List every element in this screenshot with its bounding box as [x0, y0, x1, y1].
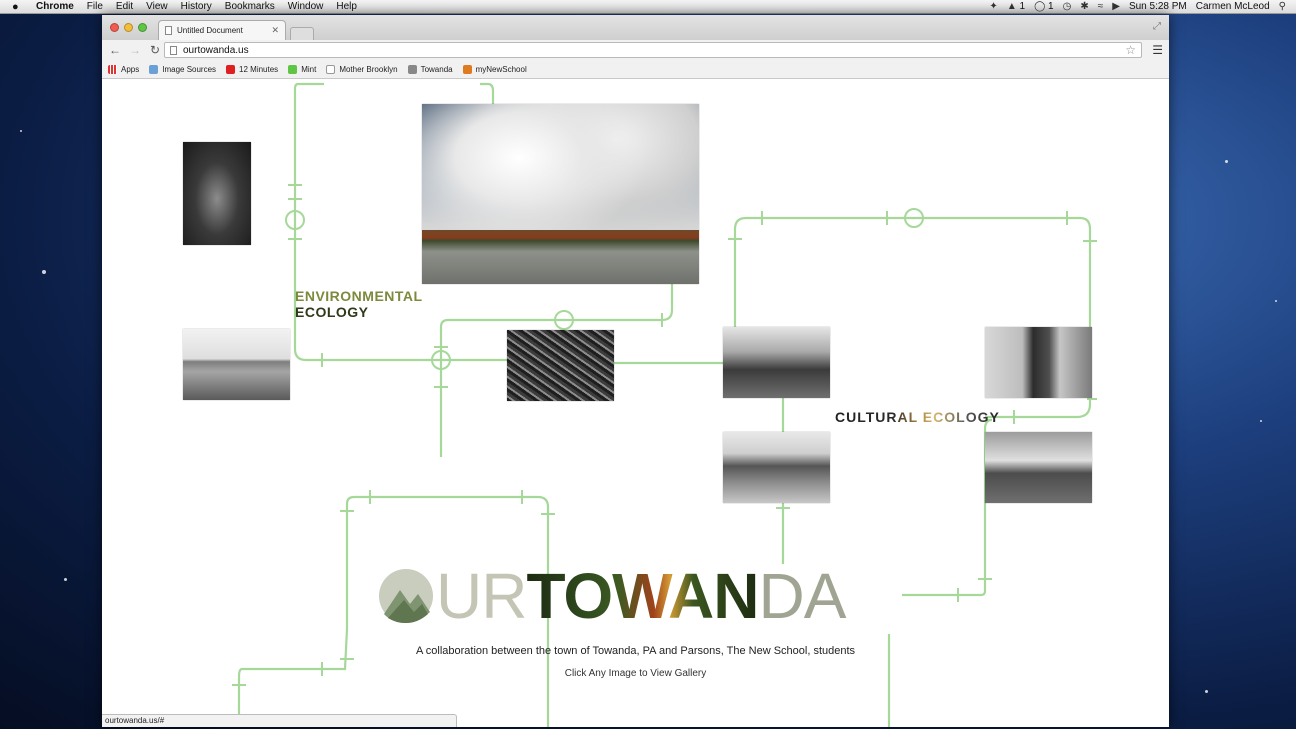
menu-window[interactable]: Window — [288, 1, 324, 12]
star — [1225, 160, 1228, 163]
menu-history[interactable]: History — [181, 1, 212, 12]
address-url: ourtowanda.us — [183, 44, 249, 56]
gallery-photo-road[interactable] — [183, 329, 290, 400]
menubar-user[interactable]: Carmen McLeod — [1196, 1, 1270, 12]
gallery-photo-statue[interactable] — [723, 327, 830, 398]
menubar-clock[interactable]: Sun 5:28 PM — [1129, 1, 1187, 12]
bookmark-towanda[interactable]: Towanda — [407, 64, 453, 74]
zoom-window-button[interactable] — [138, 23, 147, 32]
dropbox-icon[interactable]: ✦ — [989, 1, 997, 12]
page-icon — [170, 45, 177, 55]
logo-word-towan: TOWAN — [526, 560, 759, 632]
bookmark-mint[interactable]: Mint — [288, 64, 316, 74]
bluetooth-icon[interactable]: ✱ — [1080, 1, 1088, 12]
bookmark-apps[interactable]: Apps — [108, 64, 139, 74]
browser-window: Untitled Document ✕ ⤢ ← → ↻ ourtowanda.u… — [102, 15, 1169, 727]
bookmark-12-minutes[interactable]: 12 Minutes — [226, 64, 278, 74]
menu-edit[interactable]: Edit — [116, 1, 133, 12]
window-controls — [110, 23, 147, 32]
cultural-ecology-heading: CULTURAL ECOLOGY — [835, 409, 1000, 425]
sync-icon: ◯ — [1034, 1, 1046, 12]
browser-toolbar: ← → ↻ ourtowanda.us ☆ ☰ — [102, 40, 1169, 60]
star — [1205, 690, 1208, 693]
menubar-status-area: ✦ ▲ 1 ◯ 1 ◷ ✱ ≈ ▶ Sun 5:28 PM Carmen McL… — [989, 1, 1286, 12]
adobe-status[interactable]: ▲ 1 — [1007, 1, 1025, 12]
volume-icon[interactable]: ▶ — [1112, 1, 1120, 12]
menu-bookmarks[interactable]: Bookmarks — [225, 1, 275, 12]
pipe-path — [480, 82, 495, 104]
tab-strip: Untitled Document ✕ ⤢ — [102, 15, 1169, 40]
wifi-icon[interactable]: ≈ — [1098, 1, 1104, 12]
mountain-logo-icon — [379, 569, 433, 623]
tab-title: Untitled Document — [177, 26, 243, 35]
bookmark-image-sources[interactable]: Image Sources — [149, 64, 216, 74]
spotlight-search-icon[interactable]: ⚲ — [1279, 1, 1286, 12]
forward-arrow-icon[interactable]: → — [128, 43, 142, 57]
gallery-instruction: Click Any Image to View Gallery — [564, 668, 707, 679]
menu-view[interactable]: View — [146, 1, 168, 12]
gallery-photo-branches[interactable] — [507, 330, 614, 401]
mac-menubar: ● Chrome File Edit View History Bookmark… — [0, 0, 1296, 14]
pipe-path — [902, 418, 993, 597]
mint-leaf-icon — [288, 64, 298, 74]
apps-grid-icon — [108, 64, 117, 74]
sync-status[interactable]: ◯ 1 — [1034, 1, 1054, 12]
site-favicon-icon — [407, 64, 417, 74]
star — [1275, 300, 1277, 302]
new-tab-button[interactable] — [290, 27, 314, 40]
reload-icon[interactable]: ↻ — [148, 43, 162, 57]
bookmark-mynewschool[interactable]: myNewSchool — [462, 64, 527, 74]
gallery-photo-barn[interactable] — [985, 432, 1092, 503]
time-machine-icon[interactable]: ◷ — [1063, 1, 1072, 12]
logo-word-da: DA — [758, 560, 846, 632]
adobe-icon: ▲ — [1006, 1, 1017, 12]
address-bar[interactable]: ourtowanda.us ☆ — [164, 42, 1142, 58]
gallery-photo-landscape-sky[interactable] — [422, 104, 699, 284]
minimize-window-button[interactable] — [124, 23, 133, 32]
newschool-icon — [462, 64, 472, 74]
star — [64, 578, 67, 581]
folder-icon — [149, 64, 159, 74]
tab-active[interactable]: Untitled Document ✕ — [158, 20, 286, 40]
star — [1260, 420, 1262, 422]
page-tagline: A collaboration between the town of Towa… — [415, 645, 856, 657]
page-viewport: ENVIRONMENTAL ECOLOGY CULTURAL ECOLOGY U… — [102, 79, 1169, 727]
site-logo: UR TOWAN DA — [378, 560, 846, 632]
close-window-button[interactable] — [110, 23, 119, 32]
page-icon — [326, 64, 336, 74]
pipe-path — [237, 504, 349, 727]
menu-file[interactable]: File — [87, 1, 103, 12]
gallery-photo-pit[interactable] — [183, 142, 251, 245]
back-arrow-icon[interactable]: ← — [108, 43, 122, 57]
star — [42, 270, 46, 274]
logo-word-ur: UR — [436, 560, 527, 632]
bookmarks-bar: Apps Image Sources 12 Minutes Mint Mothe… — [102, 60, 1169, 79]
gallery-photo-farmer[interactable] — [985, 327, 1092, 398]
bookmark-star-icon[interactable]: ☆ — [1125, 43, 1136, 57]
environmental-ecology-heading: ENVIRONMENTAL ECOLOGY — [295, 288, 423, 320]
apple-icon[interactable]: ● — [12, 1, 24, 13]
bookmark-mother-brooklyn[interactable]: Mother Brooklyn — [326, 64, 398, 74]
menu-app-name[interactable]: Chrome — [36, 1, 74, 12]
menu-help[interactable]: Help — [336, 1, 357, 12]
document-icon — [165, 26, 172, 35]
link-status-bar: ourtowanda.us/# — [102, 714, 457, 727]
gallery-photo-church[interactable] — [723, 432, 830, 503]
fullscreen-icon[interactable]: ⤢ — [1153, 21, 1161, 32]
hamburger-menu-icon[interactable]: ☰ — [1152, 43, 1163, 57]
close-tab-icon[interactable]: ✕ — [271, 25, 279, 36]
star — [20, 130, 22, 132]
youtube-icon — [226, 64, 236, 74]
